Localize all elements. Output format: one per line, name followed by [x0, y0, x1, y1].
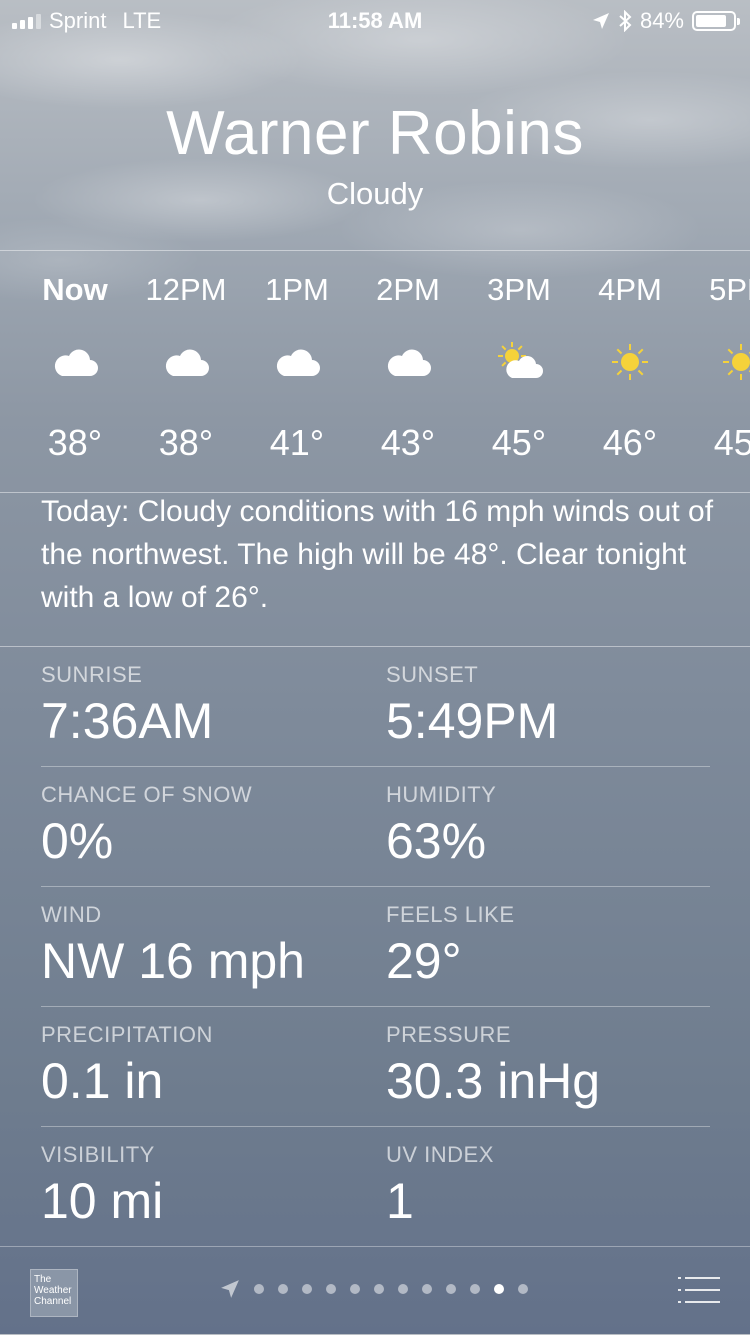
- hour-temp: 45°: [713, 422, 750, 463]
- battery-fill: [696, 15, 727, 27]
- page-dot[interactable]: [470, 1284, 480, 1294]
- location-arrow-icon: [592, 13, 609, 29]
- detail-label: PRESSURE: [386, 1022, 512, 1047]
- page-dot[interactable]: [398, 1284, 408, 1294]
- hour-label: 2PM: [376, 272, 440, 307]
- page-dot[interactable]: [302, 1284, 312, 1294]
- hourly-forecast[interactable]: Now 38° 12PM 38° 1PM 41° 2PM 43° 3PM 45° 4PM 46° 5PM…: [0, 250, 750, 492]
- page-dot[interactable]: [374, 1284, 384, 1294]
- detail-feels-like: FEELS LIKE 29°: [386, 902, 706, 990]
- cloud-icon: [383, 342, 433, 382]
- location-arrow-icon: [221, 1280, 239, 1298]
- current-condition: Cloudy: [326, 176, 424, 211]
- page-dot[interactable]: [446, 1284, 456, 1294]
- divider: [0, 646, 750, 647]
- cloud-icon: [161, 342, 211, 382]
- hour-label: 12PM: [145, 272, 227, 307]
- row-divider: [41, 766, 710, 767]
- detail-wind: WIND NW 16 mph: [41, 902, 361, 990]
- detail-label: CHANCE OF SNOW: [41, 782, 253, 807]
- detail-label: UV INDEX: [386, 1142, 494, 1167]
- bottom-toolbar: The Weather Channel: [0, 1246, 750, 1335]
- detail-value: 30.3 inHg: [386, 1053, 601, 1109]
- hour-temp: 43°: [380, 422, 436, 463]
- hour-temp: 45°: [491, 422, 547, 463]
- page-dot[interactable]: [422, 1284, 432, 1294]
- detail-uv-index: UV INDEX 1: [386, 1142, 706, 1230]
- detail-label: VISIBILITY: [41, 1142, 155, 1167]
- hour-temp: 41°: [269, 422, 325, 463]
- page-dot[interactable]: [494, 1284, 504, 1294]
- page-dot[interactable]: [326, 1284, 336, 1294]
- battery-percent: 84%: [639, 8, 684, 33]
- page-dot[interactable]: [350, 1284, 360, 1294]
- detail-value: 0%: [41, 813, 114, 869]
- detail-label: WIND: [41, 902, 102, 927]
- detail-label: FEELS LIKE: [386, 902, 515, 927]
- hour-label: 1PM: [265, 272, 329, 307]
- detail-precipitation: PRECIPITATION 0.1 in: [41, 1022, 361, 1110]
- partly-cloudy-icon: [494, 342, 544, 382]
- detail-sunset: SUNSET 5:49PM: [386, 662, 706, 750]
- bluetooth-icon: [619, 10, 632, 32]
- detail-pressure: PRESSURE 30.3 inHg: [386, 1022, 706, 1110]
- hour-label: 5PM: [709, 272, 750, 307]
- hour-label: 4PM: [598, 272, 662, 307]
- detail-value: 7:36AM: [41, 693, 214, 749]
- hour-label: Now: [42, 272, 108, 307]
- sun-icon: [716, 342, 750, 382]
- hour-temp: 38°: [47, 422, 103, 463]
- hour-temp: 46°: [602, 422, 658, 463]
- detail-label: PRECIPITATION: [41, 1022, 213, 1047]
- detail-value: 63%: [386, 813, 487, 869]
- status-bar-right: 84%: [592, 8, 740, 34]
- detail-visibility: VISIBILITY 10 mi: [41, 1142, 361, 1230]
- page-indicator[interactable]: [220, 1277, 528, 1301]
- hour-label: 3PM: [487, 272, 551, 307]
- city-name: Warner Robins: [166, 99, 584, 168]
- detail-value: 29°: [386, 933, 462, 989]
- row-divider: [41, 886, 710, 887]
- cloud-icon: [272, 342, 322, 382]
- detail-value: NW 16 mph: [41, 933, 305, 989]
- hour-temp: 38°: [158, 422, 214, 463]
- detail-label: SUNSET: [386, 662, 479, 687]
- detail-chance-of-snow: CHANCE OF SNOW 0%: [41, 782, 361, 870]
- detail-label: HUMIDITY: [386, 782, 497, 807]
- detail-value: 5:49PM: [386, 693, 559, 749]
- detail-label: SUNRISE: [41, 662, 143, 687]
- weather-channel-logo[interactable]: The Weather Channel: [30, 1269, 78, 1317]
- detail-value: 0.1 in: [41, 1053, 164, 1109]
- status-bar: Sprint LTE 11:58 AM 84%: [0, 0, 750, 40]
- row-divider: [41, 1006, 710, 1007]
- detail-sunrise: SUNRISE 7:36AM: [41, 662, 361, 750]
- sun-icon: [605, 342, 655, 382]
- detail-humidity: HUMIDITY 63%: [386, 782, 706, 870]
- page-dot[interactable]: [278, 1284, 288, 1294]
- city-list-icon[interactable]: [678, 1275, 720, 1305]
- today-summary: Today: Cloudy conditions with 16 mph win…: [41, 495, 714, 614]
- detail-value: 1: [386, 1173, 414, 1229]
- battery-icon: [692, 11, 740, 31]
- detail-value: 10 mi: [41, 1173, 164, 1229]
- page-dot[interactable]: [254, 1284, 264, 1294]
- page-dot[interactable]: [518, 1284, 528, 1294]
- row-divider: [41, 1126, 710, 1127]
- cloud-icon: [50, 342, 100, 382]
